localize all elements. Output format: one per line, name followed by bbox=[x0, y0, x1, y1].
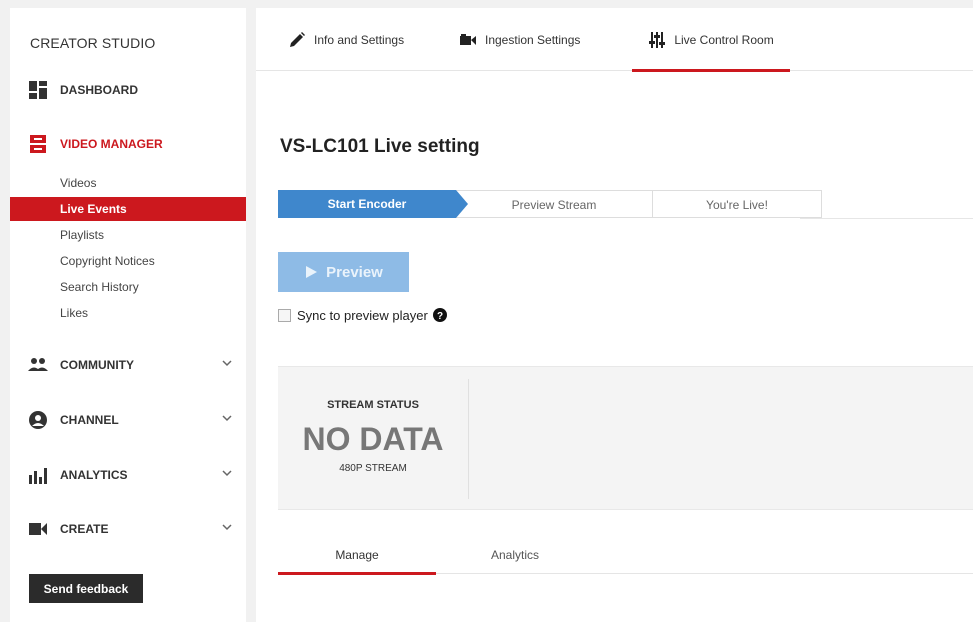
channel-icon bbox=[29, 411, 47, 429]
sidebar-item-label: CHANNEL bbox=[60, 413, 119, 427]
video-manager-icon bbox=[30, 135, 46, 153]
sidebar-subitem-live-events[interactable]: Live Events bbox=[10, 197, 246, 221]
sidebar-subitem-videos[interactable]: Videos bbox=[10, 171, 246, 195]
tab-manage[interactable]: Manage bbox=[278, 536, 436, 575]
sidebar-subitem-copyright-notices[interactable]: Copyright Notices bbox=[10, 249, 246, 273]
sync-preview-label: Sync to preview player bbox=[297, 307, 428, 323]
dashboard-icon bbox=[29, 81, 47, 99]
brand-title: CREATOR STUDIO bbox=[30, 35, 156, 51]
tab-live-control-room[interactable]: Live Control Room bbox=[632, 8, 790, 72]
sidebar-item-analytics[interactable]: ANALYTICS bbox=[10, 463, 246, 487]
preview-label: Preview bbox=[326, 263, 383, 281]
step-start-encoder[interactable]: Start Encoder bbox=[278, 190, 468, 218]
sidebar-item-label: VIDEO MANAGER bbox=[60, 137, 163, 151]
sidebar-subitem-playlists[interactable]: Playlists bbox=[10, 223, 246, 247]
stream-status-value: NO DATA bbox=[302, 421, 444, 457]
stream-quality: 480P STREAM bbox=[339, 463, 407, 474]
chevron-down-icon[interactable] bbox=[222, 468, 232, 478]
preview-button[interactable]: Preview bbox=[278, 252, 409, 292]
tab-info-and-settings[interactable]: Info and Settings bbox=[288, 8, 404, 71]
sliders-icon bbox=[649, 31, 666, 48]
help-icon[interactable]: ? bbox=[432, 308, 447, 322]
community-icon bbox=[28, 358, 48, 371]
top-tabs: Info and Settings Ingestion Settings Liv… bbox=[256, 8, 973, 72]
tab-label: Info and Settings bbox=[314, 32, 405, 47]
sidebar-item-community[interactable]: COMMUNITY bbox=[10, 353, 246, 377]
tab-label: Live Control Room bbox=[674, 32, 774, 47]
tab-label: Ingestion Settings bbox=[485, 32, 581, 47]
svg-text:?: ? bbox=[437, 311, 443, 322]
sidebar-item-label: CREATE bbox=[60, 522, 109, 536]
analytics-icon bbox=[29, 468, 47, 484]
sidebar-subitem-likes[interactable]: Likes bbox=[10, 301, 246, 325]
status-divider bbox=[468, 379, 469, 499]
chevron-down-icon[interactable] bbox=[222, 413, 232, 423]
video-camera-icon bbox=[29, 523, 47, 535]
page-title: VS-LC101 Live setting bbox=[280, 136, 480, 157]
tab-analytics[interactable]: Analytics bbox=[436, 536, 594, 574]
chevron-down-icon[interactable] bbox=[222, 358, 232, 368]
main-content: Info and Settings Ingestion Settings Liv… bbox=[256, 8, 973, 622]
pencil-icon bbox=[290, 31, 305, 47]
camera-icon bbox=[460, 33, 476, 45]
sidebar-item-video-manager[interactable]: VIDEO MANAGER bbox=[10, 132, 246, 156]
play-icon bbox=[306, 266, 318, 278]
stream-status-panel: STREAM STATUS NO DATA 480P STREAM bbox=[278, 366, 973, 510]
stepper-divider bbox=[800, 218, 973, 219]
sidebar-item-create[interactable]: CREATE bbox=[10, 517, 246, 541]
step-preview-stream[interactable]: Preview Stream bbox=[456, 190, 652, 218]
sub-tabs: Manage Analytics bbox=[278, 536, 973, 575]
sidebar-item-label: ANALYTICS bbox=[60, 468, 128, 482]
sidebar-item-label: DASHBOARD bbox=[60, 83, 138, 97]
tab-ingestion-settings[interactable]: Ingestion Settings bbox=[459, 8, 580, 71]
chevron-down-icon[interactable] bbox=[222, 522, 232, 532]
send-feedback-button[interactable]: Send feedback bbox=[29, 574, 143, 603]
sidebar: CREATOR STUDIO DASHBOARD VIDEO MANAGER V… bbox=[10, 8, 246, 622]
sidebar-subitem-search-history[interactable]: Search History bbox=[10, 275, 246, 299]
stream-status-label: STREAM STATUS bbox=[327, 399, 419, 411]
step-youre-live[interactable]: You're Live! bbox=[652, 190, 822, 218]
sidebar-item-channel[interactable]: CHANNEL bbox=[10, 408, 246, 432]
sidebar-item-label: COMMUNITY bbox=[60, 358, 134, 372]
sync-preview-option: Sync to preview player ? bbox=[278, 306, 447, 324]
sidebar-item-dashboard[interactable]: DASHBOARD bbox=[10, 78, 246, 102]
sync-preview-checkbox[interactable] bbox=[278, 308, 291, 322]
